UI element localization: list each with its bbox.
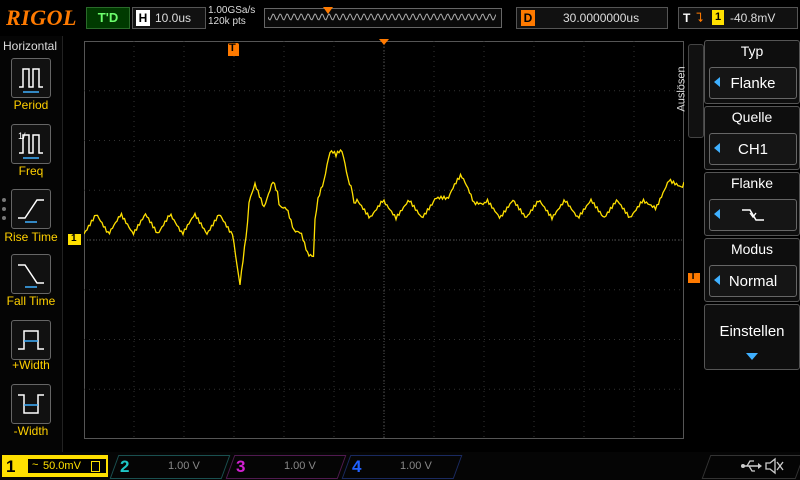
ch1-status[interactable]: 1 ~ 50.0mV: [2, 455, 108, 477]
trigger-mode-text: Normal: [728, 273, 778, 290]
trigger-level: -40.8mV: [730, 11, 776, 25]
ch1-scale: 50.0mV: [43, 460, 81, 472]
trigger-mode-group[interactable]: Modus Normal: [704, 238, 800, 302]
memory-depth: 120k pts: [208, 16, 246, 27]
memory-trigger-marker: [323, 7, 333, 14]
sample-rate: 1.00GSa/s: [208, 5, 256, 16]
settings-label: Einstellen: [719, 323, 785, 340]
period-label: Period: [13, 98, 49, 112]
frequency-label: Freq: [18, 164, 44, 178]
trigger-type-title: Typ: [740, 43, 764, 59]
trigger-position-label: T: [229, 42, 236, 54]
usb-icon: [741, 460, 762, 472]
trigger-source-text: CH1: [737, 141, 768, 158]
fall-time-label: Fall Time: [6, 294, 56, 308]
ch2-number: 2: [120, 457, 130, 476]
page-dot: [2, 216, 6, 220]
ch3-scale: 1.00 V: [284, 460, 316, 472]
rise-time-button[interactable]: [11, 189, 51, 229]
page-dot: [2, 207, 6, 211]
settings-button[interactable]: Einstellen: [704, 304, 800, 370]
falling-edge-icon: [742, 209, 764, 221]
negative-width-button[interactable]: [11, 384, 51, 424]
delay-tag: D: [521, 10, 535, 26]
down-arrow-icon: [746, 353, 758, 360]
trigger-slope-title: Flanke: [730, 175, 774, 191]
ch4-number: 4: [352, 457, 362, 476]
trigger-slope-group[interactable]: Flanke: [704, 172, 800, 236]
delay-value: 30.0000000us: [563, 11, 640, 25]
trigger-source-value[interactable]: CH1: [709, 133, 797, 165]
ch3-number: 3: [236, 457, 246, 476]
trigger-level-marker-label: T: [690, 271, 697, 282]
timebase-box[interactable]: H 10.0us: [132, 7, 206, 29]
rigol-logo: RIGOL: [6, 5, 77, 30]
frequency-icon: 1/: [18, 131, 43, 159]
ch1-offset-marker[interactable]: 1: [68, 233, 81, 245]
trigger-source-group[interactable]: Quelle CH1: [704, 106, 800, 170]
center-marker: [379, 39, 389, 45]
horizontal-delay-box[interactable]: D 30.0000000us: [516, 7, 668, 29]
trigger-source-badge: 1: [712, 10, 724, 25]
rise-time-label: Rise Time: [4, 230, 58, 244]
ch2-scale: 1.00 V: [168, 460, 200, 472]
trigger-level-marker[interactable]: T: [688, 271, 700, 283]
left-arrow-icon: [714, 209, 720, 219]
trigger-mode-title: Modus: [730, 241, 774, 257]
trigger-tag: T: [683, 11, 691, 25]
speaker-mute-icon[interactable]: [764, 457, 784, 475]
trigger-slope-value[interactable]: [709, 199, 797, 231]
trigger-source-title: Quelle: [731, 109, 773, 125]
page-dot: [2, 198, 6, 202]
svg-text:1/: 1/: [18, 131, 26, 141]
trigger-position-marker[interactable]: T: [228, 42, 239, 56]
ch4-scale: 1.00 V: [400, 460, 432, 472]
ch1-coupling: ~: [32, 459, 39, 471]
trigger-status-box[interactable]: T ⮧ 1 -40.8mV: [678, 7, 798, 29]
run-status-indicator[interactable]: T'D: [86, 7, 130, 29]
rise-time-icon: [18, 199, 44, 223]
trigger-type-text: Flanke: [730, 75, 776, 92]
negative-width-label: -Width: [13, 424, 49, 438]
fall-time-icon: [18, 264, 44, 288]
period-button[interactable]: [11, 58, 51, 98]
frequency-button[interactable]: 1/: [11, 124, 51, 164]
fall-time-button[interactable]: [11, 254, 51, 294]
falling-edge-icon: ⮧: [696, 10, 704, 25]
timebase-value: 10.0us: [155, 11, 192, 25]
positive-width-label: +Width: [12, 358, 50, 372]
left-menu-title: Horizontal: [3, 39, 58, 53]
memory-waveform-thumbnail: [268, 13, 496, 21]
menu-side-tab[interactable]: Auslösen: [676, 44, 704, 138]
ch1-marker-label: 1: [71, 233, 77, 244]
acquisition-info: 1.00GSa/s 120k pts: [208, 5, 255, 27]
timebase-tag: H: [136, 10, 150, 26]
trigger-mode-value[interactable]: Normal: [709, 265, 797, 297]
period-icon: [19, 68, 43, 93]
positive-width-icon: [18, 330, 44, 350]
graticule: [84, 41, 684, 439]
trigger-type-group[interactable]: Typ Flanke: [704, 40, 800, 104]
side-tab-label: Auslösen: [675, 66, 688, 112]
ch1-number: 1: [6, 457, 16, 476]
negative-width-icon: [18, 394, 44, 414]
trigger-type-value[interactable]: Flanke: [709, 67, 797, 99]
waveform-display[interactable]: [84, 41, 684, 439]
battery-icon: [91, 461, 100, 472]
positive-width-button[interactable]: [11, 320, 51, 360]
